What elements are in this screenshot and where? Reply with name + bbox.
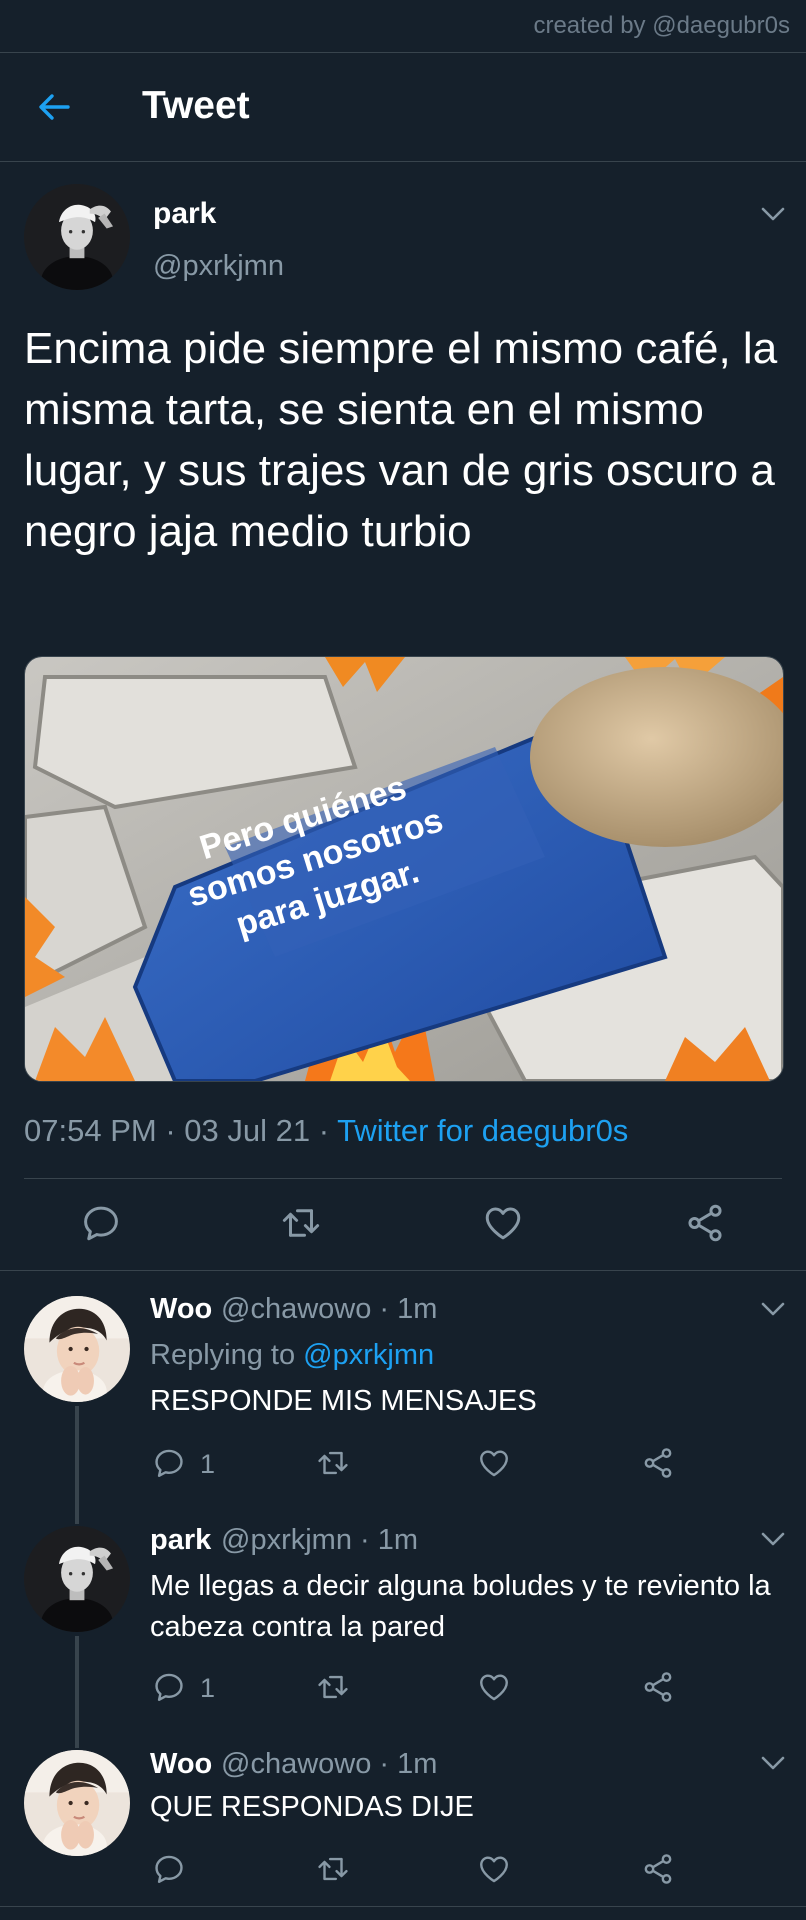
share-icon[interactable]	[641, 1852, 675, 1886]
heart-icon[interactable]	[477, 1670, 511, 1704]
author-handle[interactable]: @pxrkjmn	[153, 250, 284, 283]
share-icon[interactable]	[641, 1446, 675, 1480]
page-title: Tweet	[142, 84, 250, 127]
heart-icon[interactable]	[482, 1202, 524, 1244]
avatar[interactable]	[24, 1750, 130, 1856]
tweet-image[interactable]: Pero quiénes somos nosotros para juzgar.	[24, 656, 784, 1082]
avatar-image	[24, 1296, 130, 1402]
arrow-left-icon[interactable]	[34, 87, 74, 127]
author-name[interactable]: park	[150, 1524, 211, 1557]
dot-separator: ·	[165, 1113, 185, 1148]
chevron-down-icon[interactable]	[760, 205, 786, 223]
heart-icon[interactable]	[477, 1446, 511, 1480]
divider	[0, 1270, 806, 1271]
chevron-down-icon[interactable]	[760, 1754, 786, 1772]
keyboard-button-meme-image: Pero quiénes somos nosotros para juzgar.	[25, 657, 783, 1081]
avatar[interactable]	[24, 184, 130, 290]
author-handle-time: @pxrkjmn · 1m	[221, 1524, 419, 1556]
author-handle-time: @chawowo · 1m	[221, 1748, 438, 1780]
chevron-down-icon[interactable]	[760, 1300, 786, 1318]
divider	[24, 1178, 782, 1179]
avatar-image	[24, 1750, 130, 1856]
retweet-icon[interactable]	[316, 1446, 350, 1480]
share-icon[interactable]	[684, 1202, 726, 1244]
author-handle[interactable]: @pxrkjmn	[221, 1524, 352, 1556]
reply-icon[interactable]	[152, 1670, 186, 1704]
tweet-date: 03 Jul 21	[184, 1113, 311, 1148]
reply-icon[interactable]	[152, 1852, 186, 1886]
reply-time: 1m	[397, 1748, 438, 1780]
reply-text: RESPONDE MIS MENSAJES	[150, 1385, 537, 1417]
author-handle-time: @chawowo · 1m	[221, 1293, 438, 1325]
retweet-icon[interactable]	[316, 1670, 350, 1704]
reply-time: 1m	[377, 1524, 419, 1556]
tweet-source-link[interactable]: Twitter for daegubr0s	[337, 1113, 628, 1148]
thread-connector	[75, 1636, 79, 1748]
thread-connector	[75, 1406, 79, 1524]
retweet-icon[interactable]	[316, 1852, 350, 1886]
chevron-down-icon[interactable]	[760, 1530, 786, 1548]
avatar-image	[24, 1526, 130, 1632]
credit-bar: created by @daegubr0s	[0, 0, 806, 53]
author-name[interactable]: Woo	[150, 1748, 212, 1781]
replying-to: Replying to @pxrkjmn	[150, 1339, 434, 1372]
reply-count: 1	[200, 1673, 216, 1703]
divider	[0, 1906, 806, 1907]
tweet-time: 07:54 PM	[24, 1113, 157, 1148]
replying-to-link[interactable]: @pxrkjmn	[303, 1339, 434, 1371]
author-handle[interactable]: @chawowo	[221, 1293, 371, 1325]
author-handle[interactable]: @chawowo	[221, 1748, 371, 1780]
reply-text: Me llegas a decir alguna boludes y te re…	[150, 1570, 771, 1643]
tweet-text: Encima pide siempre el mismo café, la mi…	[24, 324, 778, 556]
author-name[interactable]: Woo	[150, 1293, 212, 1326]
reply-text: QUE RESPONDAS DIJE	[150, 1791, 474, 1823]
avatar[interactable]	[24, 1296, 130, 1402]
retweet-icon[interactable]	[280, 1202, 322, 1244]
avatar-image	[24, 184, 130, 290]
replying-to-label: Replying to	[150, 1339, 304, 1371]
top-app-bar: Tweet	[0, 53, 806, 162]
reply-count: 1	[200, 1449, 216, 1479]
heart-icon[interactable]	[477, 1852, 511, 1886]
reply-icon[interactable]	[80, 1202, 122, 1244]
credit-watermark: created by @daegubr0s	[533, 12, 790, 39]
author-name[interactable]: park	[153, 197, 216, 231]
reply-icon[interactable]	[152, 1446, 186, 1480]
dot-separator: ·	[318, 1113, 338, 1148]
share-icon[interactable]	[641, 1670, 675, 1704]
reply-time: 1m	[397, 1293, 438, 1325]
avatar[interactable]	[24, 1526, 130, 1632]
tweet-timestamp: 07:54 PM · 03 Jul 21 · Twitter for daegu…	[24, 1113, 628, 1149]
